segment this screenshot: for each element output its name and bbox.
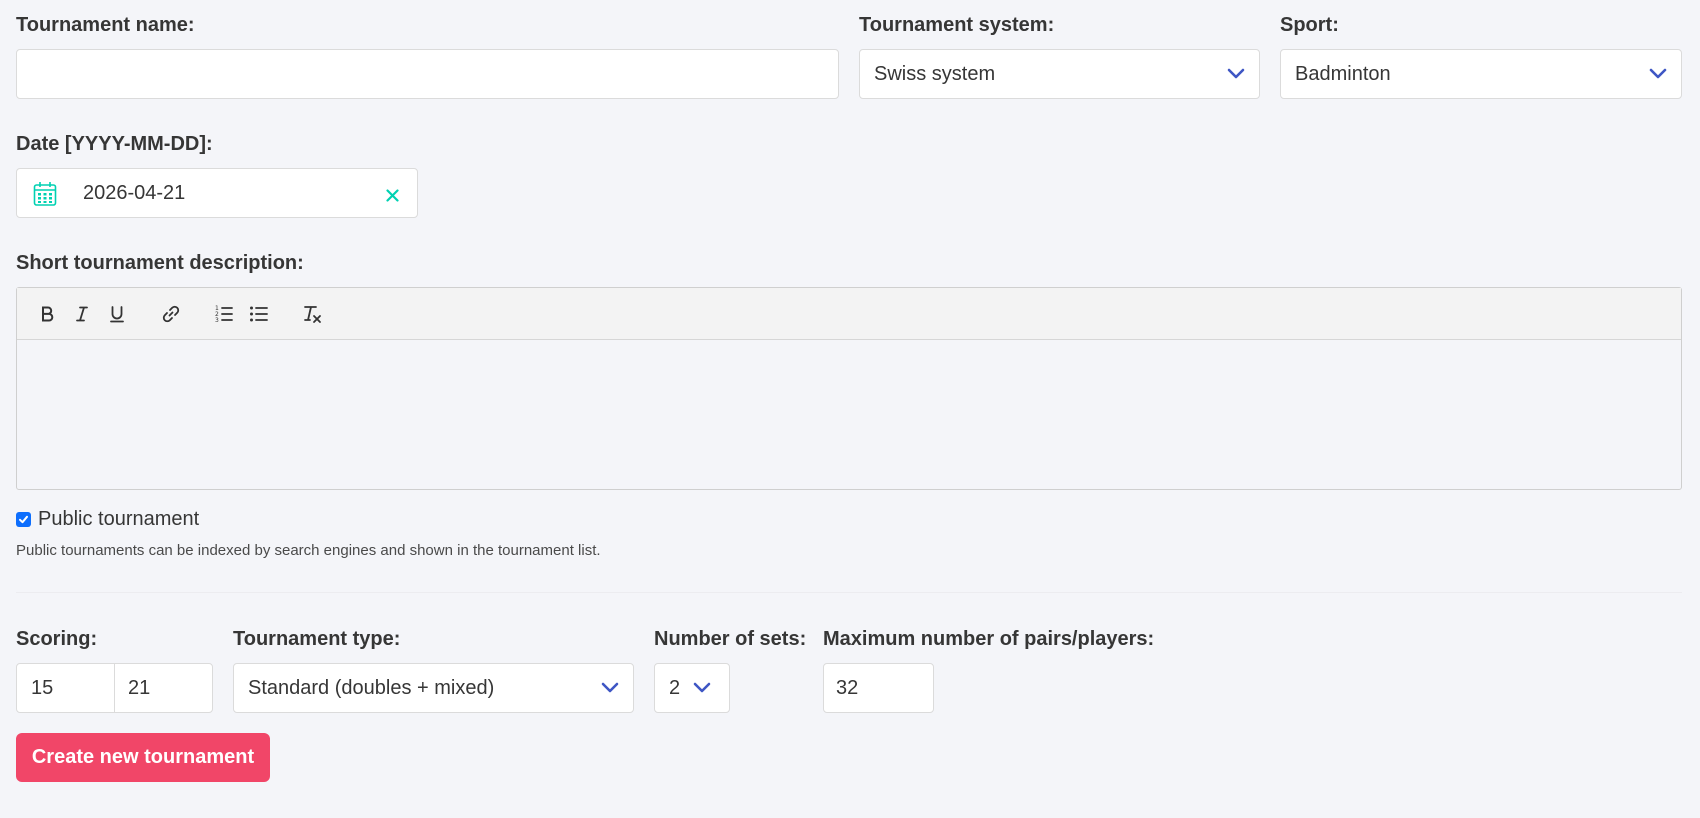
date-label: Date [YYYY-MM-DD]: [16, 133, 213, 155]
number-of-sets-select[interactable]: 2 [654, 663, 730, 713]
max-pairs-value: 32 [836, 676, 859, 699]
section-divider [16, 592, 1682, 593]
editor-content[interactable] [17, 340, 1681, 490]
public-help-text: Public tournaments can be indexed by sea… [16, 542, 601, 559]
bold-icon[interactable] [33, 300, 61, 328]
ordered-list-icon[interactable]: 123 [210, 300, 238, 328]
tournament-system-label: Tournament system: [859, 14, 1055, 36]
scoring-label: Scoring: [16, 628, 98, 650]
tournament-name-label: Tournament name: [16, 14, 195, 36]
public-checkbox[interactable] [16, 512, 31, 527]
description-label: Short tournament description: [16, 252, 304, 274]
tournament-name-input[interactable] [16, 49, 839, 99]
max-pairs-label: Maximum number of pairs/players: [823, 628, 1155, 650]
sport-value: Badminton [1295, 62, 1391, 85]
scoring-input-a[interactable]: 15 [16, 663, 115, 713]
tournament-type-select[interactable]: Standard (doubles + mixed) [233, 663, 634, 713]
tournament-system-select[interactable]: Swiss system [859, 49, 1260, 99]
number-of-sets-value: 2 [669, 676, 681, 699]
underline-icon[interactable] [103, 300, 131, 328]
svg-text:3: 3 [215, 317, 219, 324]
scoring-value-b: 21 [128, 676, 151, 699]
tournament-type-value: Standard (doubles + mixed) [248, 676, 495, 699]
create-tournament-button[interactable]: Create new tournament [16, 733, 270, 782]
description-editor[interactable]: 123 [16, 287, 1682, 490]
tournament-type-label: Tournament type: [233, 628, 401, 650]
bullet-list-icon[interactable] [245, 300, 273, 328]
italic-icon[interactable] [68, 300, 96, 328]
editor-toolbar: 123 [17, 288, 1681, 340]
scoring-value-a: 15 [31, 676, 54, 699]
sport-label: Sport: [1280, 14, 1339, 36]
chevron-down-icon [693, 682, 711, 693]
scoring-input-b[interactable]: 21 [114, 663, 213, 713]
clear-icon[interactable] [386, 189, 399, 202]
clear-format-icon[interactable] [298, 300, 326, 328]
max-pairs-input[interactable]: 32 [823, 663, 934, 713]
chevron-down-icon [1227, 68, 1245, 79]
sport-select[interactable]: Badminton [1280, 49, 1682, 99]
public-checkbox-label[interactable]: Public tournament [38, 508, 199, 531]
date-input[interactable]: 2026-04-21 [16, 168, 418, 218]
check-icon [19, 515, 28, 524]
chevron-down-icon [1649, 68, 1667, 79]
link-icon[interactable] [157, 300, 185, 328]
chevron-down-icon [601, 682, 619, 693]
date-value: 2026-04-21 [83, 182, 186, 204]
calendar-icon [33, 182, 57, 206]
tournament-system-value: Swiss system [874, 62, 996, 85]
number-of-sets-label: Number of sets: [654, 628, 807, 650]
